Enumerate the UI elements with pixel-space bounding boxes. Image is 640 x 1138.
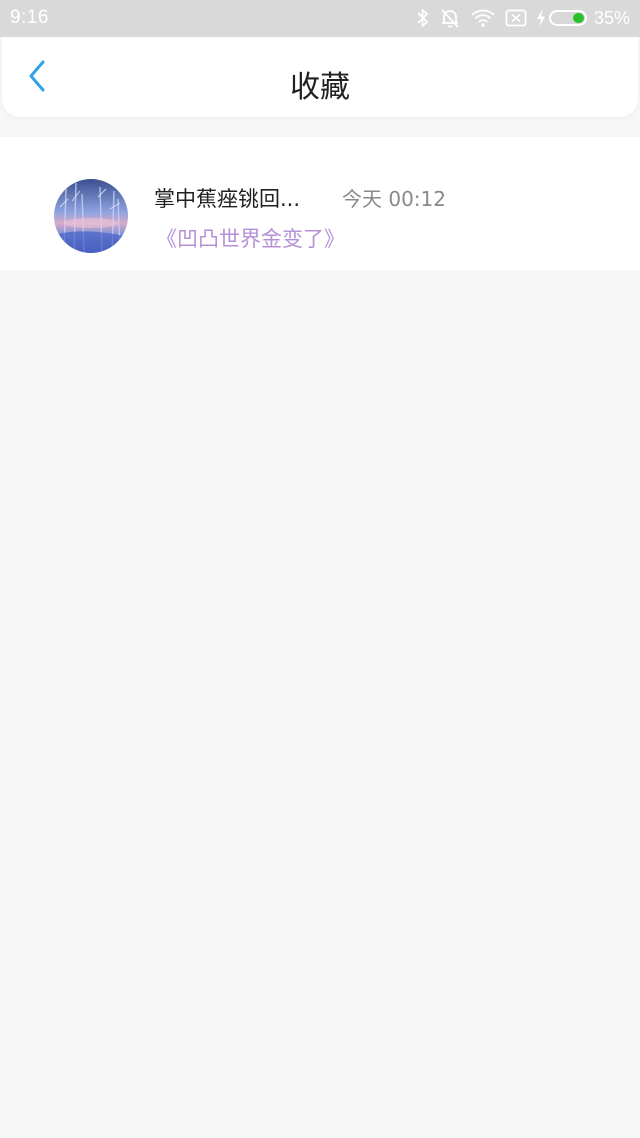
battery-percent: 35%	[593, 7, 630, 28]
list-item[interactable]: 掌中蕉痤铫回... 今天 00:12 《凹凸世界金变了》	[0, 137, 640, 270]
favorite-title: 掌中蕉痤铫回...	[154, 187, 301, 211]
favorite-time: 今天 00:12	[342, 187, 446, 211]
avatar	[54, 179, 128, 253]
charging-bolt-icon	[536, 9, 546, 27]
header: 收藏	[2, 37, 638, 117]
status-time: 9:16	[10, 7, 49, 28]
page-title: 收藏	[290, 70, 350, 105]
status-bar: 9:16 35%	[0, 0, 640, 37]
status-icons: 35%	[416, 6, 630, 30]
battery-icon	[548, 10, 587, 26]
favorites-list: 掌中蕉痤铫回... 今天 00:12 《凹凸世界金变了》	[0, 137, 640, 270]
bell-off-icon	[439, 7, 461, 29]
bluetooth-icon	[416, 8, 430, 28]
wifi-icon	[470, 8, 496, 28]
no-sim-icon	[505, 8, 527, 28]
battery-indicator: 35%	[536, 8, 630, 29]
battery-level	[572, 13, 584, 23]
favorite-subtitle: 《凹凸世界金变了》	[156, 227, 345, 251]
